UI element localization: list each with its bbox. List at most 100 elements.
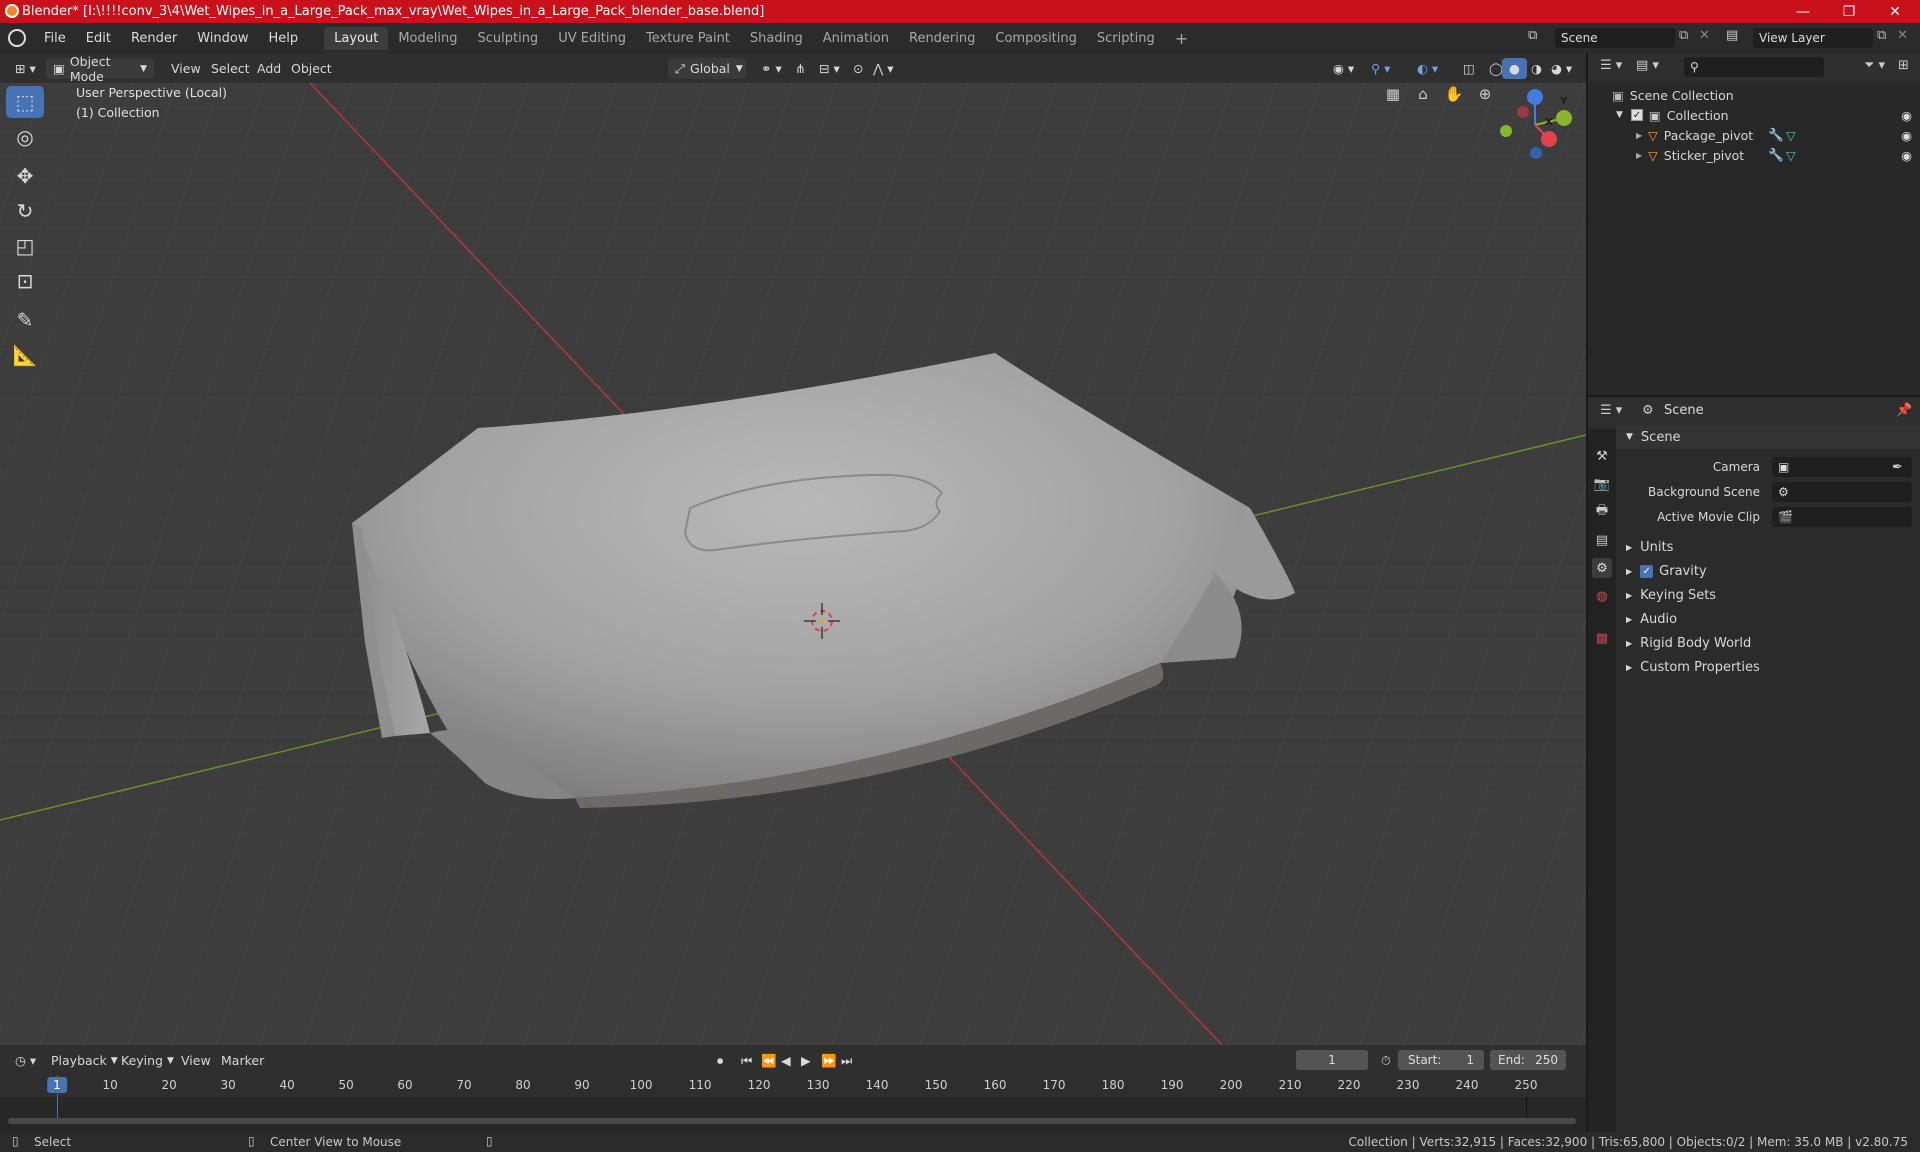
outliner-editor-icon[interactable]: ☰ ▾ — [1600, 58, 1622, 73]
menu-marker[interactable]: Marker — [214, 1050, 271, 1071]
timeline-scrollbar[interactable] — [8, 1118, 1576, 1124]
outliner-row-collection[interactable]: ▼ ✓ ▣ Collection ◉ — [1588, 105, 1920, 125]
tab-layout[interactable]: Layout — [324, 26, 389, 50]
snap-target-icon[interactable]: ⊟ ▾ — [812, 58, 847, 79]
expand-arrow-icon[interactable]: ▼ — [1616, 110, 1623, 120]
camera-field[interactable]: ▣ — [1772, 457, 1912, 477]
annotate-tool-icon[interactable]: ✎ — [6, 304, 44, 336]
end-frame-field[interactable]: End: 250 — [1490, 1050, 1566, 1070]
gravity-panel[interactable]: ▶ ✓ Gravity — [1616, 559, 1920, 583]
outliner-search-input[interactable]: ⚲ — [1684, 57, 1824, 77]
audio-panel[interactable]: ▶ Audio — [1616, 607, 1920, 631]
tool-tab-icon[interactable]: ⚒ — [1592, 446, 1612, 466]
tab-animation[interactable]: Animation — [813, 27, 899, 50]
output-tab-icon[interactable]: 🖶 — [1592, 502, 1612, 522]
cursor-tool-icon[interactable]: ◎ — [6, 121, 44, 153]
mesh-data-icon[interactable]: ▽ — [1786, 128, 1796, 143]
new-view-layer-icon[interactable]: ⧉ — [1877, 28, 1886, 43]
filter-icon[interactable]: ⏷ ▾ — [1864, 58, 1885, 73]
render-tab-icon[interactable]: 📷 — [1592, 474, 1612, 494]
pivot-icon[interactable]: ⚭ ▾ — [754, 58, 789, 79]
delete-view-layer-icon[interactable]: ✕ — [1897, 28, 1908, 43]
tab-texture-paint[interactable]: Texture Paint — [636, 27, 740, 50]
new-scene-icon[interactable]: ⧉ — [1679, 28, 1688, 43]
menu-timeline-view[interactable]: View — [174, 1050, 218, 1071]
editor-type-icon[interactable]: ⊞ ▾ — [8, 58, 43, 79]
eye-icon[interactable]: ◉ — [1901, 148, 1912, 163]
close-button[interactable]: ✕ — [1872, 0, 1918, 23]
tab-modeling[interactable]: Modeling — [388, 27, 467, 50]
falloff-icon[interactable]: ⋀ ▾ — [866, 58, 901, 79]
blender-menu-icon[interactable] — [8, 29, 26, 47]
transform-tool-icon[interactable]: ⊡ — [6, 265, 44, 297]
tab-scripting[interactable]: Scripting — [1087, 27, 1165, 50]
active-movie-clip-field[interactable]: 🎬 — [1772, 507, 1912, 527]
rigid-body-world-panel[interactable]: ▶ Rigid Body World — [1616, 631, 1920, 655]
minimize-button[interactable]: — — [1780, 0, 1826, 23]
menu-view[interactable]: View — [164, 58, 208, 79]
outliner-row-sticker-pivot[interactable]: ▶ ▽ Sticker_pivot 🔧 ▽ ◉ — [1588, 145, 1920, 165]
view-layer-icon[interactable]: ▤ — [1726, 28, 1738, 43]
stopwatch-icon[interactable]: ⏱ — [1374, 1050, 1398, 1071]
menu-file[interactable]: File — [34, 31, 76, 46]
eye-icon[interactable]: ◉ — [1901, 128, 1912, 143]
scene-selector-icon[interactable]: ⧉ — [1528, 28, 1537, 43]
tab-compositing[interactable]: Compositing — [985, 27, 1087, 50]
units-panel[interactable]: ▶ Units — [1616, 535, 1920, 559]
world-tab-icon[interactable]: ◍ — [1592, 586, 1612, 606]
move-tool-icon[interactable]: ✥ — [6, 160, 44, 192]
properties-editor-icon[interactable]: ☰ ▾ — [1600, 403, 1622, 418]
gizmo-toggle-icon[interactable]: ⚲ ▾ — [1364, 58, 1397, 79]
menu-add[interactable]: Add — [250, 58, 288, 79]
view-layer-tab-icon[interactable]: ▤ — [1592, 530, 1612, 550]
new-collection-icon[interactable]: ⊞ — [1898, 58, 1909, 73]
orientation-dropdown[interactable]: ⤢ Global ▼ — [668, 58, 746, 79]
mesh-data-icon[interactable]: ▽ — [1786, 148, 1796, 163]
scene-panel-header[interactable]: ▼ Scene — [1616, 425, 1920, 449]
mode-dropdown[interactable]: ▣ Object Mode ▼ — [46, 54, 154, 84]
gravity-checkbox[interactable]: ✓ — [1640, 564, 1654, 578]
tab-sculpting[interactable]: Sculpting — [467, 27, 548, 50]
overlay-toggle-icon[interactable]: ◐ ▾ — [1410, 58, 1445, 79]
maximize-button[interactable]: ❐ — [1826, 0, 1872, 23]
custom-properties-panel[interactable]: ▶ Custom Properties — [1616, 655, 1920, 679]
view-layer-field[interactable]: View Layer — [1753, 28, 1873, 48]
current-frame-field[interactable]: 1 — [1296, 1050, 1368, 1070]
3d-viewport[interactable]: User Perspective (Local) (1) Collection … — [0, 83, 1586, 1045]
menu-help[interactable]: Help — [259, 31, 309, 46]
measure-tool-icon[interactable]: 📐 — [6, 339, 44, 371]
add-workspace-button[interactable]: + — [1165, 25, 1198, 52]
menu-edit[interactable]: Edit — [76, 31, 121, 46]
visibility-icon[interactable]: ◉ ▾ — [1326, 58, 1361, 79]
menu-keying[interactable]: Keying ▼ — [114, 1050, 181, 1071]
snap-icon[interactable]: ⋔ — [788, 58, 812, 79]
menu-render[interactable]: Render — [121, 31, 187, 46]
xray-toggle-icon[interactable]: ◫ — [1456, 58, 1482, 79]
rendered-shading-icon[interactable]: ◕ ▾ — [1544, 58, 1579, 79]
pin-icon[interactable]: 📌 — [1896, 403, 1912, 418]
record-icon[interactable]: ⏺ — [710, 1050, 730, 1071]
tab-uv-editing[interactable]: UV Editing — [548, 27, 636, 50]
menu-select[interactable]: Select — [204, 58, 257, 79]
tab-shading[interactable]: Shading — [740, 27, 813, 50]
outliner-row-scene-collection[interactable]: ▣ Scene Collection — [1588, 85, 1920, 105]
background-scene-field[interactable]: ⚙ — [1772, 482, 1912, 502]
select-box-tool-icon[interactable]: ⬚ — [6, 86, 44, 118]
collection-checkbox[interactable]: ✓ — [1630, 109, 1643, 121]
keying-sets-panel[interactable]: ▶ Keying Sets — [1616, 583, 1920, 607]
expand-arrow-icon[interactable]: ▶ — [1636, 151, 1642, 160]
expand-arrow-icon[interactable]: ▶ — [1636, 131, 1642, 140]
menu-playback[interactable]: Playback ▼ — [44, 1050, 125, 1071]
menu-object[interactable]: Object — [284, 58, 339, 79]
texture-tab-icon[interactable]: ▩ — [1592, 628, 1612, 648]
start-frame-field[interactable]: Start: 1 — [1398, 1050, 1484, 1070]
tab-rendering[interactable]: Rendering — [899, 27, 985, 50]
scene-tab-icon[interactable]: ⚙ — [1592, 558, 1612, 578]
jump-end-icon[interactable]: ⏭ — [834, 1050, 859, 1071]
scene-field[interactable]: Scene — [1555, 28, 1675, 48]
eyedropper-icon[interactable]: ✒ — [1892, 460, 1903, 475]
menu-window[interactable]: Window — [187, 31, 258, 46]
modifier-wrench-icon[interactable]: 🔧 — [1768, 147, 1784, 163]
outliner-row-package-pivot[interactable]: ▶ ▽ Package_pivot 🔧 ▽ ◉ — [1588, 125, 1920, 145]
timeline-editor-icon[interactable]: ◷ ▾ — [8, 1050, 43, 1071]
